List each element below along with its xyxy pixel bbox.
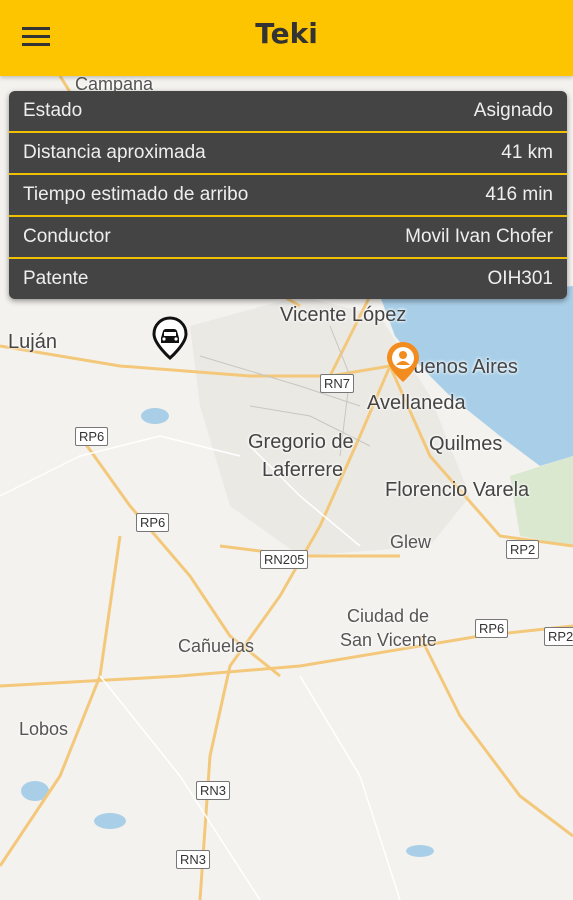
info-label: Distancia aproximada [23,142,206,163]
info-label: Patente [23,268,89,289]
app-bar: Teki [0,0,573,76]
route-badge-rn3: RN3 [196,781,231,800]
place-lujan: Luján [8,331,57,353]
route-badge-rp6: RP6 [136,513,170,532]
route-badge-rp2: RP2 [506,540,540,559]
place-ciudad-line2: San Vicente [340,630,437,650]
route-badge-rp2: RP2 [544,627,573,646]
info-row-conductor: Conductor Movil Ivan Chofer [9,217,567,259]
info-row-estado: Estado Asignado [9,91,567,133]
info-row-patente: Patente OIH301 [9,259,567,299]
place-quilmes: Quilmes [429,433,503,455]
info-label: Estado [23,100,83,121]
info-value: Asignado [473,100,553,121]
place-lobos: Lobos [19,719,69,739]
place-vicente-lopez: Vicente López [280,304,407,326]
place-gregorio-line2: Laferrere [262,459,344,481]
info-label: Conductor [23,226,111,247]
info-value: OIH301 [487,268,553,289]
place-glew: Glew [390,532,432,552]
app-title: Teki [255,17,318,50]
info-row-tiempo: Tiempo estimado de arribo 416 min [9,175,567,217]
route-badge-rp6: RP6 [475,619,509,638]
info-value: Movil Ivan Chofer [405,226,553,247]
place-gregorio-line1: Gregorio de [248,431,354,453]
route-badge-rn3: RN3 [176,850,211,869]
place-canuelas: Cañuelas [178,636,255,656]
route-badge-rp6: RP6 [75,427,109,446]
route-badge-rn7: RN7 [320,374,355,393]
place-florencio-varela: Florencio Varela [385,479,530,501]
info-value: 41 km [501,142,553,163]
trip-info-panel: Estado Asignado Distancia aproximada 41 … [9,91,567,299]
route-badge-rn205: RN205 [260,550,309,569]
info-value: 416 min [485,184,553,205]
info-row-distancia: Distancia aproximada 41 km [9,133,567,175]
place-ciudad-line1: Ciudad de [347,606,430,626]
info-label: Tiempo estimado de arribo [23,184,249,205]
place-avellaneda: Avellaneda [367,392,466,414]
